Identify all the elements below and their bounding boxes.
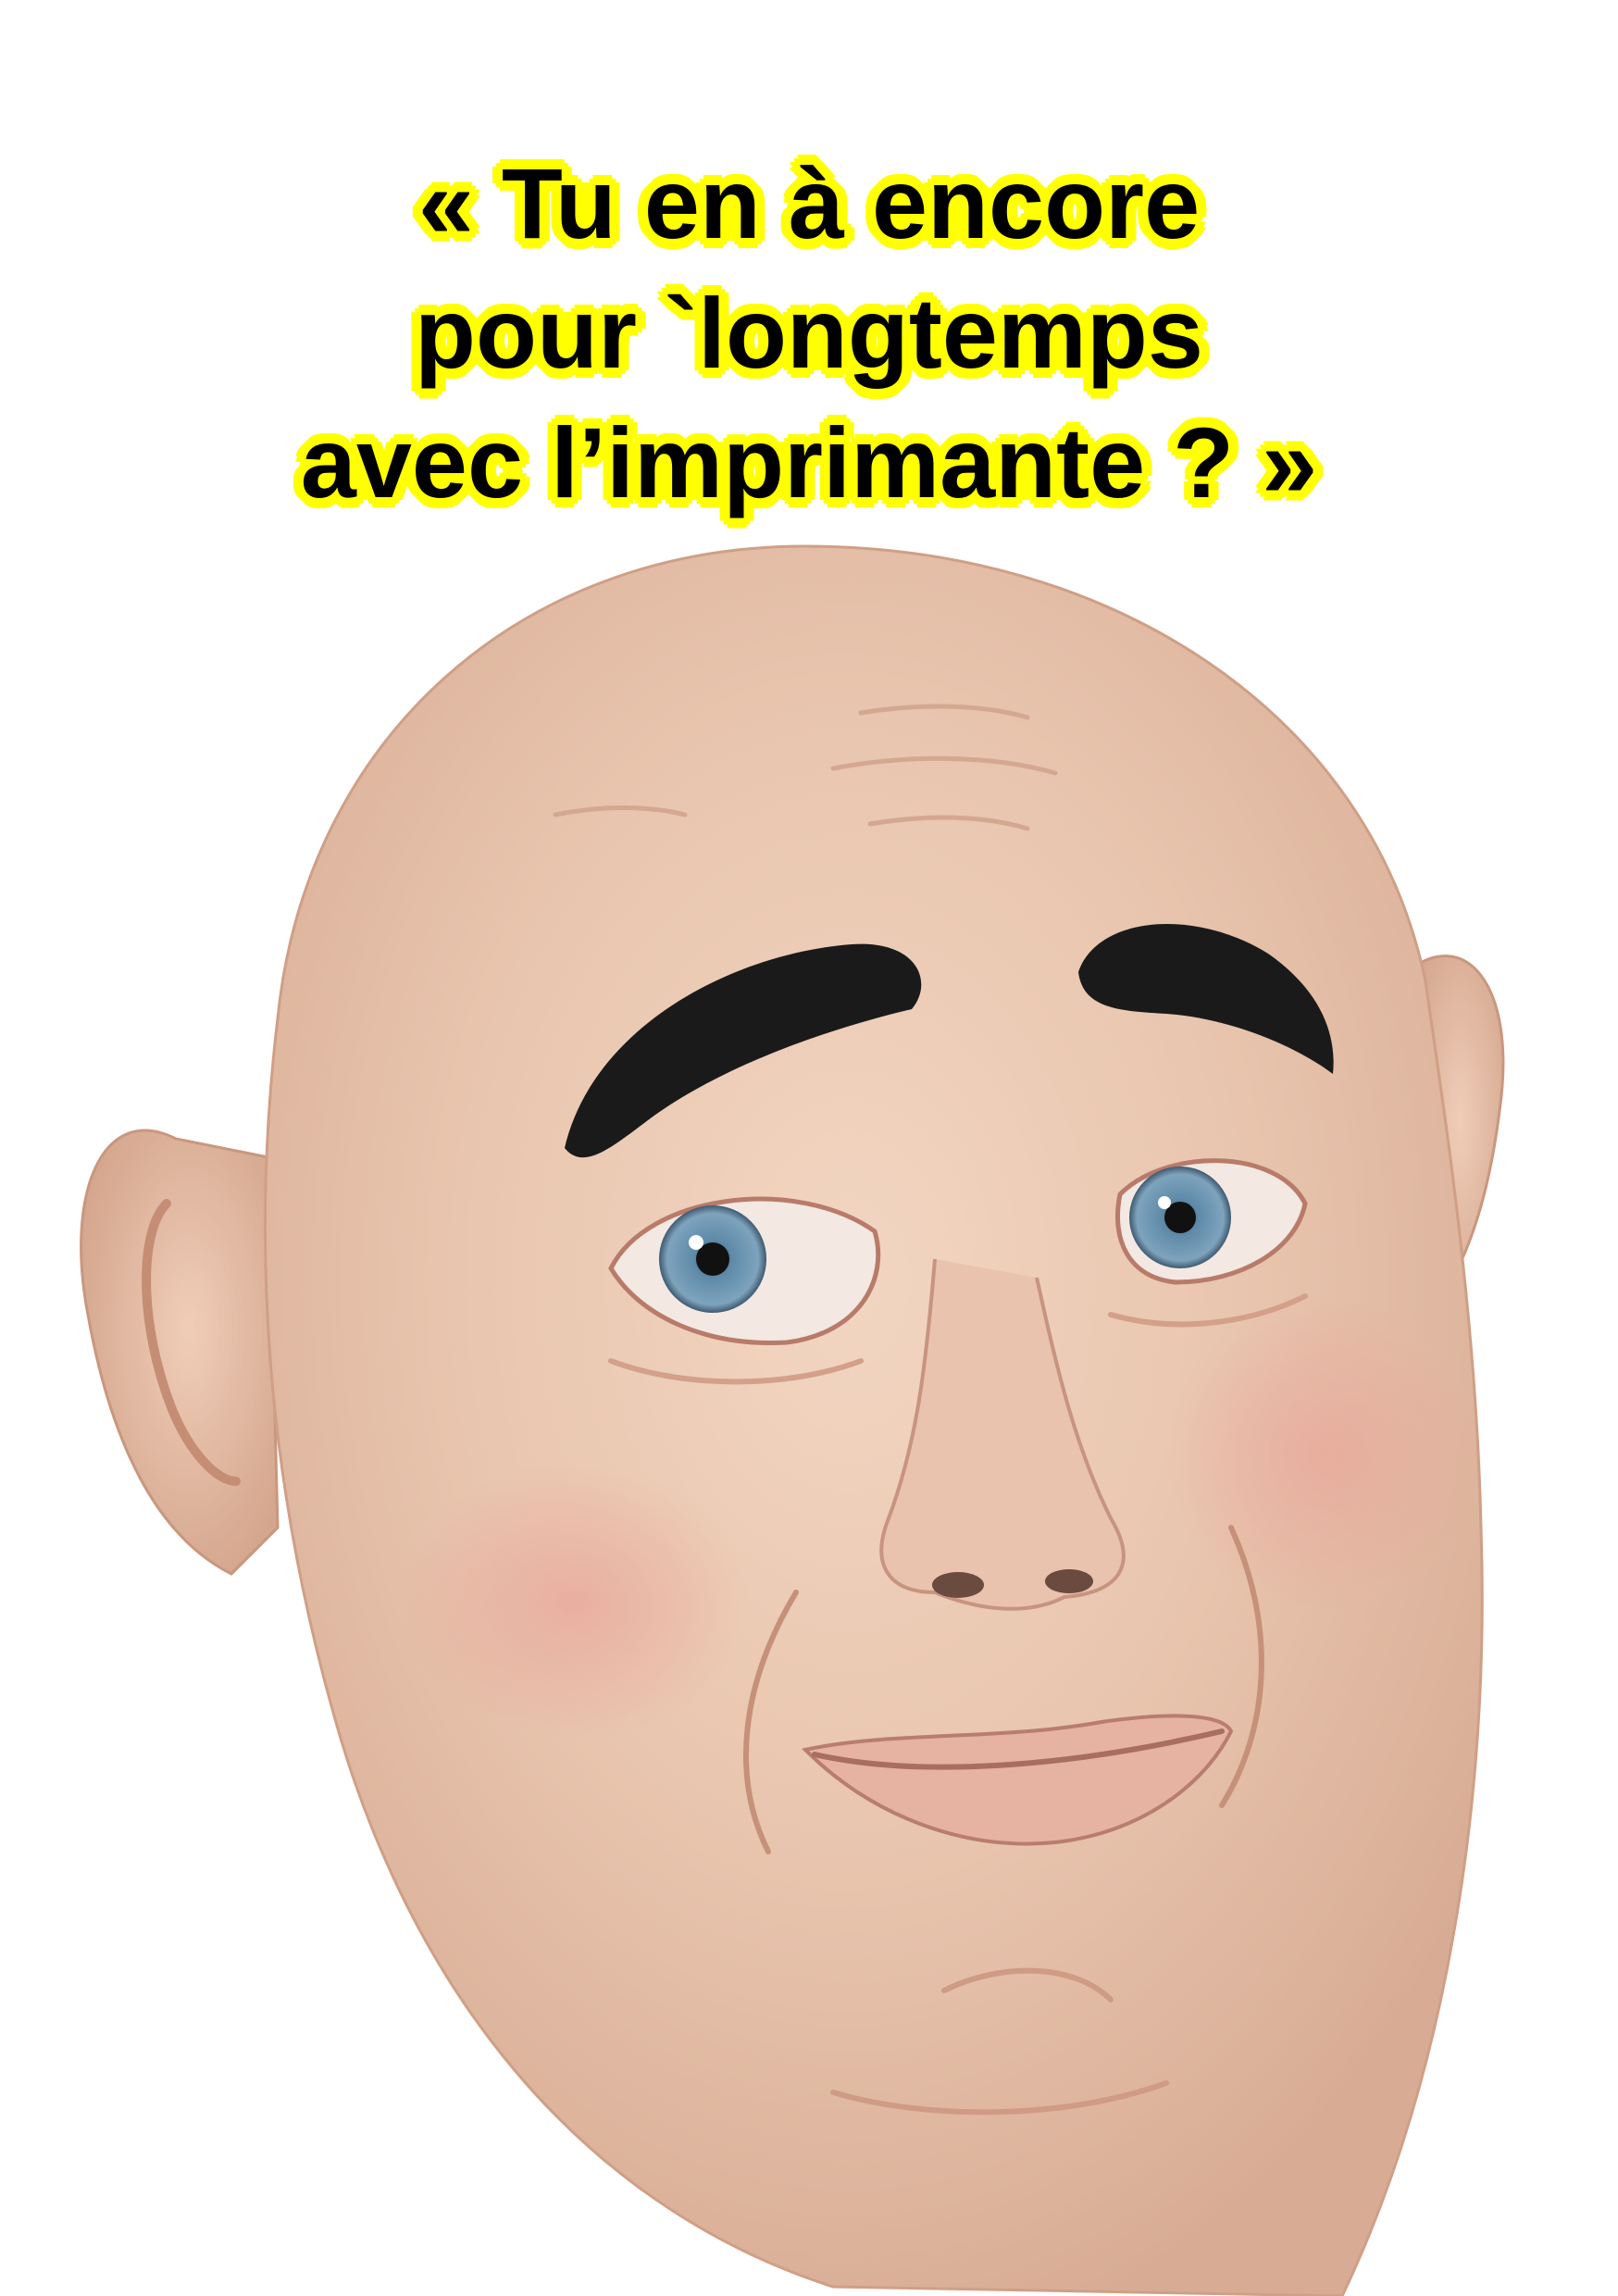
caption-line-1: « Tu en à encore [417, 147, 1201, 259]
caption-line-3: avec l’imprimante ? » [300, 406, 1318, 518]
left-ear [80, 1129, 280, 1576]
caption-line-2: pour `longtemps [415, 277, 1203, 389]
right-cheek [1166, 1296, 1481, 1611]
left-cheek [398, 1463, 750, 1741]
meme-caption: « Tu en à encore pour `longtemps avec l’… [0, 139, 1618, 528]
meme-page: « Tu en à encore pour `longtemps avec l’… [0, 0, 1618, 2296]
